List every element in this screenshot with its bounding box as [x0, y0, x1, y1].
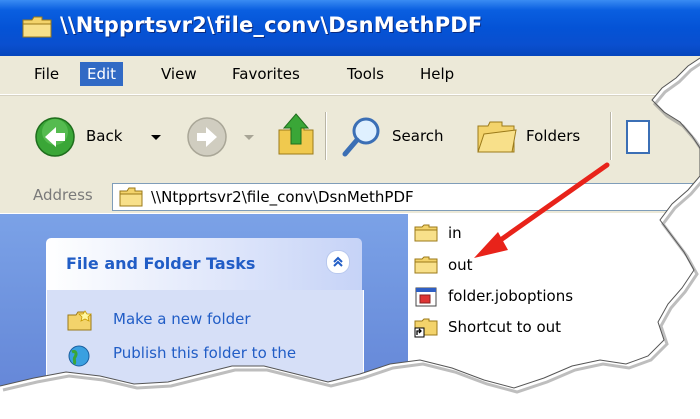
menu-help[interactable]: Help: [413, 62, 461, 86]
address-bar: Address \\Ntpprtsvr2\file_conv\DsnMethPD…: [0, 180, 700, 213]
search-magnifier-icon: [340, 114, 384, 158]
folder-icon: [22, 15, 52, 39]
file-name: folder.joboptions: [448, 287, 574, 305]
views-button[interactable]: [626, 116, 656, 156]
menu-favorites[interactable]: Favorites: [225, 62, 307, 86]
title-bar[interactable]: \\Ntpprtsvr2\file_conv\DsnMethPDF: [0, 0, 700, 56]
back-label: Back: [86, 127, 123, 145]
folders-label: Folders: [526, 127, 581, 145]
menu-edit[interactable]: Edit: [80, 62, 123, 86]
list-item[interactable]: out: [414, 254, 674, 276]
search-label: Search: [392, 127, 444, 145]
collapse-button[interactable]: [326, 250, 350, 274]
file-name: out: [448, 256, 473, 274]
menu-bar: File Edit View Favorites Tools Help: [0, 56, 700, 95]
forward-button[interactable]: [186, 114, 264, 160]
explorer-window: \\Ntpprtsvr2\file_conv\DsnMethPDF File E…: [0, 0, 700, 418]
forward-arrow-icon: [186, 116, 228, 158]
views-icon: [626, 120, 650, 154]
file-folder-tasks-header[interactable]: File and Folder Tasks: [46, 238, 362, 290]
task-header-title: File and Folder Tasks: [66, 254, 256, 273]
globe-icon: [67, 344, 91, 368]
search-button[interactable]: Search: [340, 114, 460, 160]
task-pane-body: Make a new folder Publish this folder to…: [46, 290, 364, 419]
file-name: Shortcut to out: [448, 318, 562, 336]
forward-dropdown-icon[interactable]: [244, 135, 254, 140]
standard-toolbar: Back Search Folders: [0, 95, 700, 181]
address-label: Address: [33, 186, 93, 204]
back-button[interactable]: Back: [34, 114, 164, 160]
address-value: \\Ntpprtsvr2\file_conv\DsnMethPDF: [151, 188, 414, 206]
make-new-folder-link[interactable]: Make a new folder: [113, 310, 251, 328]
up-folder-icon: [276, 110, 316, 158]
new-folder-icon: [67, 310, 93, 332]
folder-icon: [414, 256, 438, 274]
double-chevron-up-icon: [327, 251, 349, 273]
joboptions-file-icon: [414, 287, 438, 307]
toolbar-separator: [325, 112, 327, 160]
list-item[interactable]: in: [414, 222, 674, 244]
list-item[interactable]: Shortcut to out: [414, 316, 674, 338]
folders-icon: [474, 116, 518, 156]
list-item[interactable]: folder.joboptions: [414, 285, 674, 307]
up-folder-button[interactable]: [276, 110, 316, 160]
menu-view[interactable]: View: [154, 62, 204, 86]
window-title: \\Ntpprtsvr2\file_conv\DsnMethPDF: [60, 13, 483, 37]
address-input[interactable]: \\Ntpprtsvr2\file_conv\DsnMethPDF: [112, 183, 700, 211]
folder-shortcut-icon: [414, 318, 438, 338]
file-name: in: [448, 224, 462, 242]
folders-button[interactable]: Folders: [474, 114, 604, 160]
publish-folder-link[interactable]: Publish this folder to the: [113, 344, 296, 362]
toolbar-separator: [610, 112, 612, 160]
folder-icon: [414, 224, 438, 242]
back-dropdown-icon[interactable]: [151, 135, 161, 140]
folder-icon: [119, 187, 143, 207]
menu-file[interactable]: File: [27, 62, 66, 86]
menu-tools[interactable]: Tools: [340, 62, 391, 86]
back-arrow-icon: [34, 116, 76, 158]
